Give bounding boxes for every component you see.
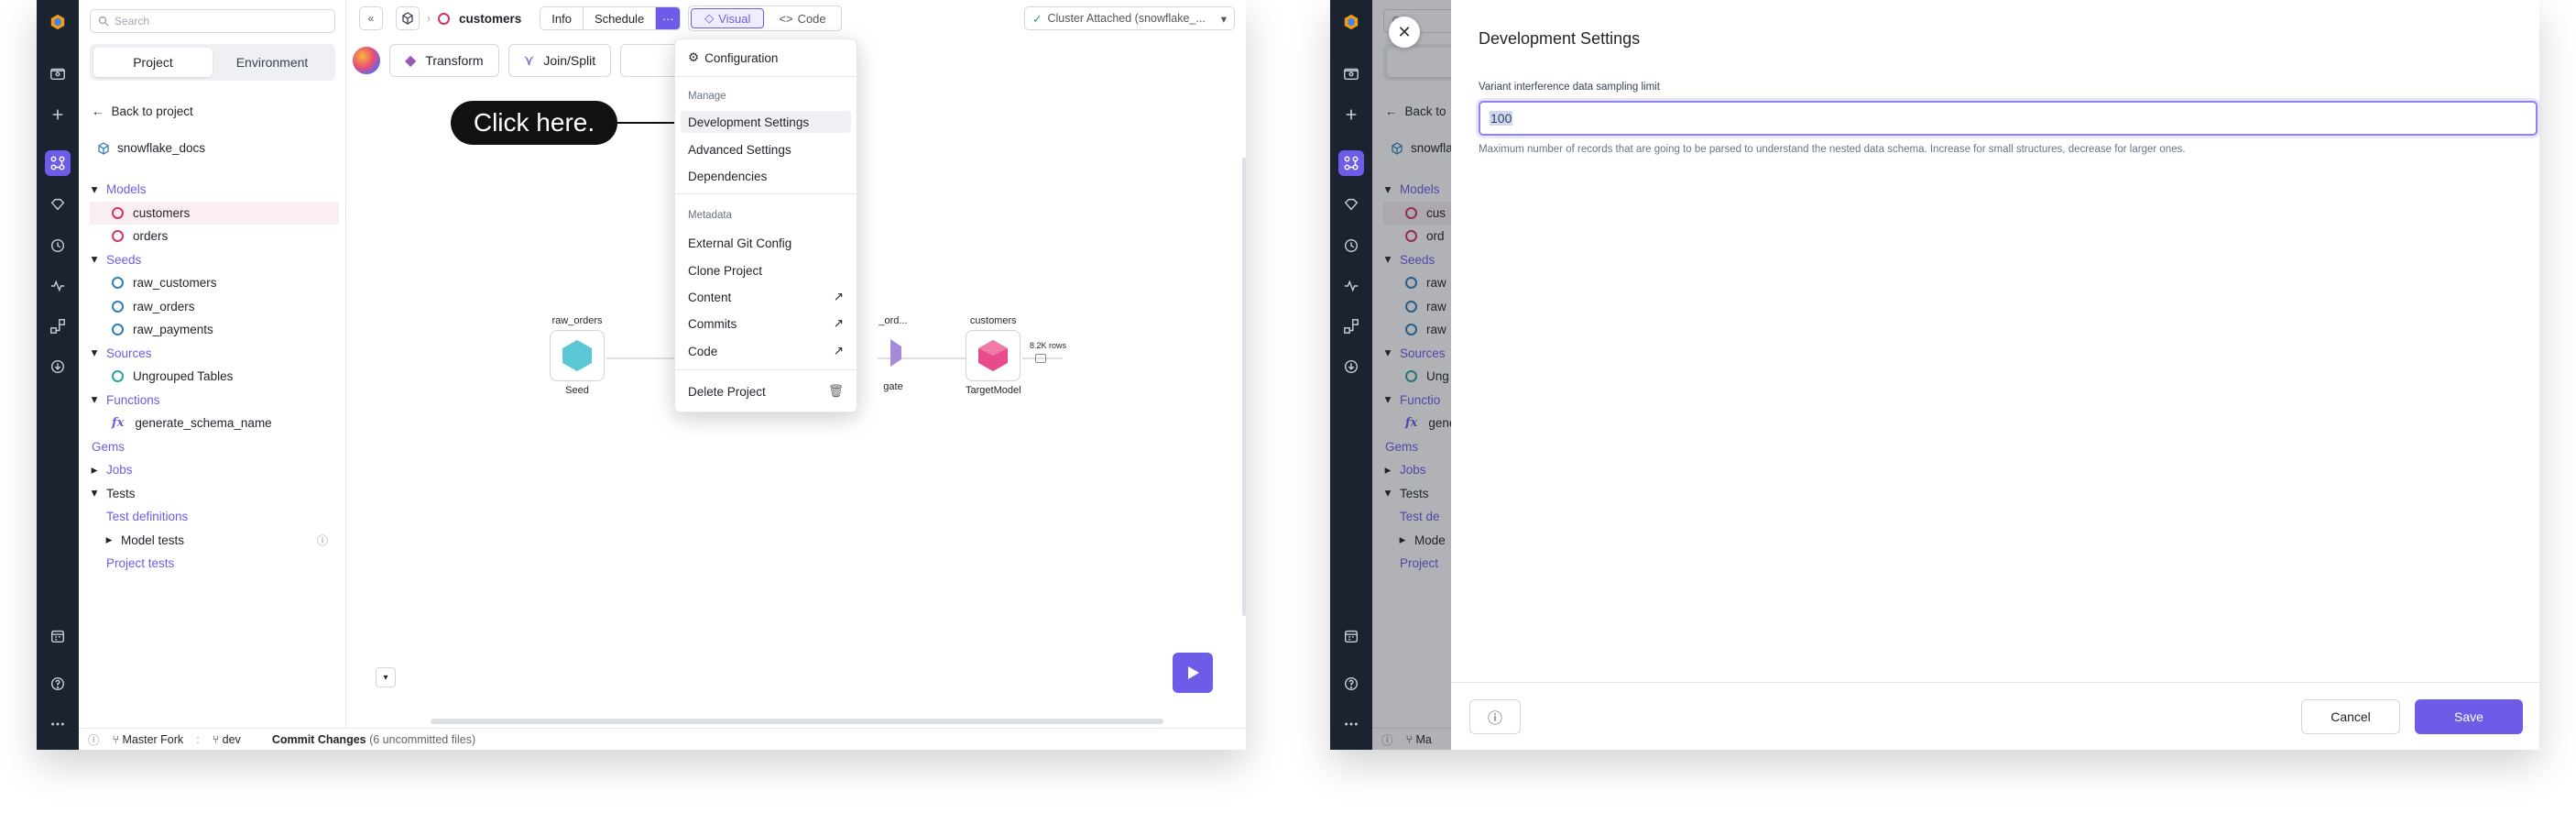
menu-item-code[interactable]: Code ↗ [688, 340, 844, 362]
dialog-title: Development Settings [1479, 29, 1641, 48]
menu-item-advanced-settings[interactable]: Advanced Settings [688, 138, 844, 160]
folder-icon[interactable] [1338, 60, 1364, 86]
branch-icon: ⑂ [112, 732, 123, 746]
play-icon [1188, 666, 1199, 679]
separator: : [196, 732, 200, 746]
menu-label: Development Settings [688, 115, 810, 129]
node-type: Seed [565, 385, 589, 396]
menu-label: Configuration [704, 50, 779, 65]
node-card-partial [861, 326, 925, 381]
menu-header-metadata: Metadata [688, 210, 732, 221]
menu-label: Clone Project [688, 263, 763, 278]
menu-item-dependencies[interactable]: Dependencies [688, 165, 844, 187]
activity-icon[interactable] [1338, 273, 1364, 299]
cancel-button[interactable]: Cancel [2301, 699, 2400, 734]
horizontal-scrollbar[interactable] [431, 719, 1163, 724]
info-button[interactable]: ⓘ [1469, 699, 1521, 734]
run-button[interactable] [1173, 653, 1213, 693]
node-raw-orders[interactable]: raw_orders Seed [550, 315, 605, 396]
node-aggregate[interactable]: _ord... gate [861, 315, 925, 392]
sliders-icon: ⚙ [688, 50, 700, 64]
info-icon[interactable]: ⓘ [88, 731, 100, 748]
menu-item-delete-project[interactable]: Delete Project 🗑 [688, 380, 844, 402]
save-button[interactable]: Save [2415, 699, 2523, 734]
canvas-options-button[interactable]: ▾ [376, 667, 396, 687]
menu-item-configuration[interactable]: ⚙ Configuration [688, 47, 844, 69]
project-options-menu: ⚙ Configuration Manage Development Settin… [674, 38, 857, 412]
menu-label: External Git Config [688, 236, 792, 250]
calendar-icon[interactable] [1338, 623, 1364, 649]
lineage-icon[interactable] [1338, 313, 1364, 339]
menu-divider [675, 369, 857, 370]
sampling-limit-label: Variant interference data sampling limit [1479, 82, 1660, 93]
dialog-footer: ⓘ Cancel Save [1451, 682, 2539, 750]
more-icon[interactable] [1338, 711, 1364, 737]
fork-indicator[interactable]: ⑂ Master Fork [113, 733, 184, 746]
download-icon[interactable] [1338, 354, 1364, 379]
status-bar: ⓘ ⑂ Master Fork : ⑂ dev Commit Changes (… [79, 728, 1246, 750]
node-type: gate [883, 381, 903, 392]
clock-icon[interactable] [1338, 233, 1364, 258]
node-name: raw_orders [551, 315, 603, 326]
development-settings-dialog: Development Settings Variant interferenc… [1451, 0, 2539, 750]
sampling-limit-value: 100 [1490, 111, 1513, 126]
menu-label: Code [688, 344, 718, 358]
node-card[interactable] [550, 330, 605, 381]
menu-divider [675, 193, 857, 194]
branch-icon: ⑂ [212, 732, 223, 746]
gem-icon[interactable] [1338, 192, 1364, 217]
external-link-icon: ↗ [833, 316, 844, 330]
sampling-limit-input[interactable]: 100 [1479, 101, 2538, 136]
node-name: customers [969, 315, 1017, 326]
node-card[interactable] [966, 330, 1021, 381]
uncommitted-count: (6 uncommitted files) [369, 732, 476, 746]
info-icon: ⓘ [1487, 711, 1502, 727]
prophecy-logo-icon[interactable] [1338, 9, 1364, 35]
menu-item-external-git-config[interactable]: External Git Config [688, 232, 844, 254]
menu-divider [675, 76, 857, 77]
row-count-badge: 8.2K rows [1030, 341, 1067, 350]
branch-indicator[interactable]: ⑂ dev [213, 733, 241, 746]
node-customers[interactable]: customers TargetModel [966, 315, 1021, 396]
seed-node-icon [562, 340, 592, 371]
commit-changes-button[interactable]: Commit Changes (6 uncommitted files) [272, 733, 475, 746]
external-link-icon: ↗ [833, 290, 844, 303]
menu-header-manage: Manage [688, 91, 726, 102]
nav-rail [1330, 0, 1372, 750]
canvas-edges [606, 357, 1063, 359]
close-icon: ✕ [1397, 22, 1412, 41]
menu-label: Commits [688, 316, 737, 331]
aggregate-node-icon [890, 339, 901, 367]
menu-label: Advanced Settings [688, 142, 791, 157]
node-name: _ord... [879, 315, 908, 326]
node-type: TargetModel [966, 385, 1021, 396]
branch-label: dev [222, 732, 241, 746]
right-app-window: Proje ←Back to snowflak ▾Models cus ord … [1330, 0, 2539, 750]
sampling-limit-help: Maximum number of records that are going… [1479, 144, 2186, 155]
close-dialog-button[interactable]: ✕ [1389, 16, 1420, 48]
vertical-scrollbar[interactable] [1242, 158, 1246, 616]
menu-label: Content [688, 290, 732, 304]
plus-icon[interactable] [1338, 102, 1364, 127]
menu-item-development-settings[interactable]: Development Settings [681, 111, 851, 133]
commit-label: Commit Changes [271, 732, 366, 746]
left-app-window: Search Project Environment ← Back to pro… [37, 0, 1246, 750]
menu-label: Dependencies [688, 169, 768, 183]
help-icon[interactable] [1338, 671, 1364, 697]
trash-icon: 🗑 [827, 384, 844, 398]
menu-item-content[interactable]: Content ↗ [688, 286, 844, 308]
target-model-icon [978, 340, 1009, 371]
menu-item-commits[interactable]: Commits ↗ [688, 313, 844, 335]
menu-label: Delete Project [688, 384, 766, 399]
fork-label: Master Fork [122, 732, 184, 746]
menu-item-clone-project[interactable]: Clone Project [688, 259, 844, 281]
caret-down-icon: ▾ [383, 672, 388, 683]
external-link-icon: ↗ [833, 344, 844, 357]
table-preview-icon[interactable] [1035, 354, 1046, 363]
click-here-callout: Click here. [451, 101, 617, 145]
graph-icon[interactable] [1338, 150, 1364, 176]
